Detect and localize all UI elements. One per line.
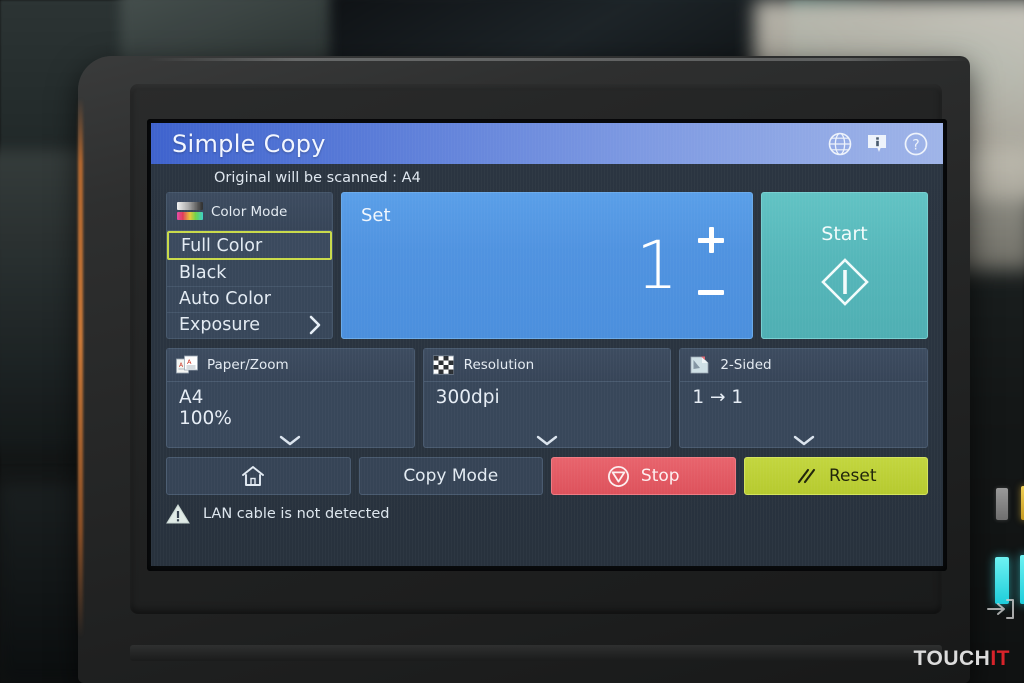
tile-header-label: Resolution bbox=[463, 357, 535, 373]
printer-top-edge bbox=[148, 58, 970, 61]
printer-control-panel: Simple Copy ? Original will be scanned:… bbox=[78, 56, 1024, 683]
tile-body: 1 → 1 bbox=[680, 382, 927, 447]
svg-text:A: A bbox=[187, 358, 192, 366]
photo-scene: Simple Copy ? Original will be scanned:… bbox=[0, 0, 1024, 683]
indicator-led-cyan-2[interactable] bbox=[1020, 555, 1024, 604]
title-bar-icons: ? bbox=[826, 130, 929, 157]
color-mode-option-auto-color[interactable]: Auto Color bbox=[167, 287, 332, 313]
watermark-part-1: TOUCH bbox=[913, 647, 991, 670]
option-tiles-row: A A Paper/Zoom A4 100% Resolution 300dpi… bbox=[166, 348, 929, 448]
color-mode-option-full-color[interactable]: Full Color bbox=[167, 231, 332, 261]
color-mode-option-exposure[interactable]: Exposure bbox=[167, 313, 332, 338]
tile-body: 300dpi bbox=[424, 382, 671, 447]
two-sided-icon bbox=[689, 355, 712, 375]
tile-header: 2-Sided bbox=[680, 349, 928, 382]
tile-header-label: Paper/Zoom bbox=[207, 357, 289, 373]
set-label: Set bbox=[361, 205, 391, 226]
increment-button[interactable] bbox=[696, 225, 726, 255]
resolution-checker-icon bbox=[432, 355, 456, 375]
tile-paper-zoom[interactable]: A A Paper/Zoom A4 100% bbox=[166, 348, 415, 448]
action-buttons-row: Copy Mode Stop Reset bbox=[166, 457, 928, 495]
tile-header: Resolution bbox=[423, 349, 671, 382]
color-mode-option-label: Auto Color bbox=[179, 289, 271, 310]
top-row: Color Mode Full Color Black Auto Color E… bbox=[166, 192, 928, 339]
tile-header-label: 2-Sided bbox=[720, 357, 772, 373]
color-mode-option-label: Full Color bbox=[181, 235, 263, 256]
copy-mode-button[interactable]: Copy Mode bbox=[358, 457, 543, 495]
tile-value-primary: 1 → 1 bbox=[692, 387, 744, 408]
color-mode-option-label: Black bbox=[179, 262, 227, 283]
tile-header: A A Paper/Zoom bbox=[167, 349, 414, 382]
decrement-button[interactable] bbox=[696, 277, 726, 307]
printer-copper-accent bbox=[78, 98, 83, 638]
svg-text:?: ? bbox=[912, 137, 919, 153]
chevron-down-icon[interactable] bbox=[536, 431, 558, 446]
paper-zoom-icon: A A bbox=[176, 355, 199, 375]
reset-button-label: Reset bbox=[829, 466, 877, 486]
stop-icon bbox=[607, 465, 629, 488]
bezel-lower-lip bbox=[130, 645, 942, 661]
indicator-led-gray bbox=[996, 488, 1008, 520]
color-mode-option-label: Exposure bbox=[179, 315, 261, 336]
color-gradient-icon bbox=[177, 201, 203, 222]
tile-value-secondary: 100% bbox=[179, 408, 232, 430]
stop-button[interactable]: Stop bbox=[551, 457, 736, 495]
reset-button[interactable]: Reset bbox=[743, 457, 928, 495]
tile-value-primary: 300dpi bbox=[435, 387, 500, 408]
chevron-right-icon bbox=[308, 314, 322, 336]
color-mode-panel: Color Mode Full Color Black Auto Color E… bbox=[166, 192, 333, 339]
warning-triangle-icon bbox=[166, 503, 190, 525]
copy-count-value: 1 bbox=[636, 226, 678, 304]
original-size-note: Original will be scanned : A4 bbox=[151, 164, 943, 192]
status-bar: LAN cable is not detected bbox=[151, 495, 943, 527]
status-message: LAN cable is not detected bbox=[203, 505, 390, 522]
color-mode-header: Color Mode bbox=[167, 193, 332, 231]
start-diamond-icon bbox=[818, 255, 872, 309]
info-icon[interactable] bbox=[864, 130, 891, 157]
stop-button-label: Stop bbox=[640, 466, 680, 486]
globe-icon[interactable] bbox=[826, 130, 853, 157]
tile-two-sided[interactable]: 2-Sided 1 → 1 bbox=[679, 348, 929, 448]
lcd-screen: Simple Copy ? Original will be scanned:… bbox=[151, 123, 943, 566]
arrow-into-slot-icon bbox=[986, 596, 1016, 622]
reset-icon bbox=[795, 465, 817, 487]
copy-count-stepper bbox=[696, 225, 726, 307]
tile-body: A4 100% bbox=[167, 382, 414, 447]
copy-mode-button-label: Copy Mode bbox=[403, 466, 499, 486]
main-controls: Color Mode Full Color Black Auto Color E… bbox=[151, 192, 943, 495]
chevron-down-icon[interactable] bbox=[793, 431, 815, 446]
color-mode-header-label: Color Mode bbox=[211, 203, 288, 220]
color-mode-option-black[interactable]: Black bbox=[167, 260, 332, 287]
chevron-down-icon[interactable] bbox=[279, 431, 301, 446]
watermark: TOUCHIT bbox=[914, 647, 1010, 671]
home-icon bbox=[241, 465, 265, 487]
start-button[interactable]: Start bbox=[761, 192, 928, 339]
tile-resolution[interactable]: Resolution 300dpi bbox=[422, 348, 672, 448]
home-button[interactable] bbox=[166, 457, 351, 495]
title-bar: Simple Copy ? bbox=[151, 123, 943, 164]
original-size-text: Original will be scanned : A4 bbox=[214, 170, 421, 186]
watermark-part-2: IT bbox=[990, 647, 1010, 670]
page-title: Simple Copy bbox=[172, 129, 326, 158]
help-icon[interactable]: ? bbox=[902, 130, 929, 157]
start-button-label: Start bbox=[821, 222, 868, 245]
copy-count-panel[interactable]: Set 1 bbox=[341, 192, 753, 339]
tile-value-primary: A4 bbox=[179, 387, 204, 408]
